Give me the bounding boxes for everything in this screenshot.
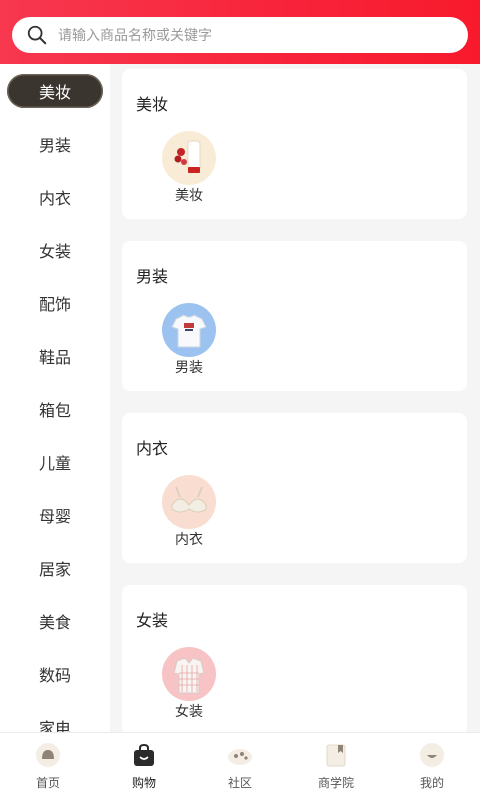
shopping-bag-icon <box>134 743 154 766</box>
search-icon <box>27 25 47 45</box>
sidebar-item-bags[interactable]: 箱包 <box>0 382 110 435</box>
tab-community[interactable]: 社区 <box>192 733 288 800</box>
sidebar-item-digital[interactable]: 数码 <box>0 647 110 700</box>
category-sidebar: 美妆 男装 内衣 女装 配饰 鞋品 箱包 儿童 母婴 居家 美食 数码 家电 <box>0 64 110 732</box>
subcategory-label[interactable]: 内衣 <box>162 529 216 549</box>
section-card: 美妆 美妆 <box>122 69 467 219</box>
sidebar-item-label: 家电 <box>38 718 71 733</box>
profile-icon <box>420 743 444 767</box>
sidebar-item-label: 居家 <box>38 559 71 579</box>
community-icon <box>228 749 252 765</box>
sidebar-item-label: 鞋品 <box>38 347 71 367</box>
search-input[interactable]: 请输入商品名称或关键字 <box>58 25 212 45</box>
sidebar-item-accessories[interactable]: 配饰 <box>0 276 110 329</box>
sidebar-item-womenswear[interactable]: 女装 <box>0 223 110 276</box>
cosmetics-icon[interactable] <box>162 131 216 185</box>
sidebar-item-shoes[interactable]: 鞋品 <box>0 329 110 382</box>
section-title: 内衣 <box>136 439 169 458</box>
sidebar-item-label: 数码 <box>38 665 71 685</box>
sidebar-item-food[interactable]: 美食 <box>0 594 110 647</box>
subcategory-label[interactable]: 男装 <box>162 357 216 377</box>
subcategory-label[interactable]: 美妆 <box>162 185 216 205</box>
section-card: 女装 女装 <box>122 585 467 732</box>
tab-label: 首页 <box>35 776 60 790</box>
search-bar[interactable]: 请输入商品名称或关键字 <box>12 17 468 53</box>
sidebar-item-kids[interactable]: 儿童 <box>0 435 110 488</box>
sidebar-item-label: 配饰 <box>38 294 71 314</box>
sidebar-item-underwear[interactable]: 内衣 <box>0 170 110 223</box>
tab-shopping[interactable]: 购物 <box>96 733 192 800</box>
sidebar-item-label: 箱包 <box>38 400 71 420</box>
sidebar-item-label: 儿童 <box>38 453 71 473</box>
sidebar-item-label: 美妆 <box>7 73 103 108</box>
header: 请输入商品名称或关键字 <box>0 0 480 64</box>
bottom-tab-bar: 首页 购物 社区 商学院 我的 <box>0 732 480 800</box>
section-title: 美妆 <box>136 95 169 114</box>
sidebar-item-home[interactable]: 居家 <box>0 541 110 594</box>
sidebar-item-label: 美食 <box>38 612 71 632</box>
tab-label: 购物 <box>131 776 156 790</box>
book-icon <box>326 744 346 767</box>
sidebar-item-menswear[interactable]: 男装 <box>0 117 110 170</box>
section-card: 内衣 内衣 <box>122 413 467 563</box>
sidebar-item-label: 内衣 <box>38 188 71 208</box>
subcategory-label[interactable]: 女装 <box>162 701 216 721</box>
bra-icon[interactable] <box>162 475 216 529</box>
tab-label: 商学院 <box>317 776 354 790</box>
sidebar-item-appliances[interactable]: 家电 <box>0 700 110 733</box>
category-content: 美妆 美妆 男装 男装 内衣 内衣 女装 女装 <box>110 64 480 732</box>
tab-business-school[interactable]: 商学院 <box>288 733 384 800</box>
sidebar-item-label: 母婴 <box>38 506 71 526</box>
tab-label: 社区 <box>227 776 252 790</box>
section-title: 女装 <box>136 611 169 630</box>
sidebar-item-baby[interactable]: 母婴 <box>0 488 110 541</box>
dress-shirt-icon[interactable] <box>162 647 216 701</box>
home-icon <box>36 743 60 767</box>
section-card: 男装 男装 <box>122 241 467 391</box>
section-title: 男装 <box>136 267 169 286</box>
tshirt-icon[interactable] <box>162 303 216 357</box>
sidebar-item-label: 男装 <box>38 135 71 155</box>
sidebar-item-label: 女装 <box>38 241 71 261</box>
tab-profile[interactable]: 我的 <box>384 733 480 800</box>
tab-home[interactable]: 首页 <box>0 733 96 800</box>
tab-label: 我的 <box>419 776 444 790</box>
sidebar-item-beauty[interactable]: 美妆 <box>0 64 110 117</box>
